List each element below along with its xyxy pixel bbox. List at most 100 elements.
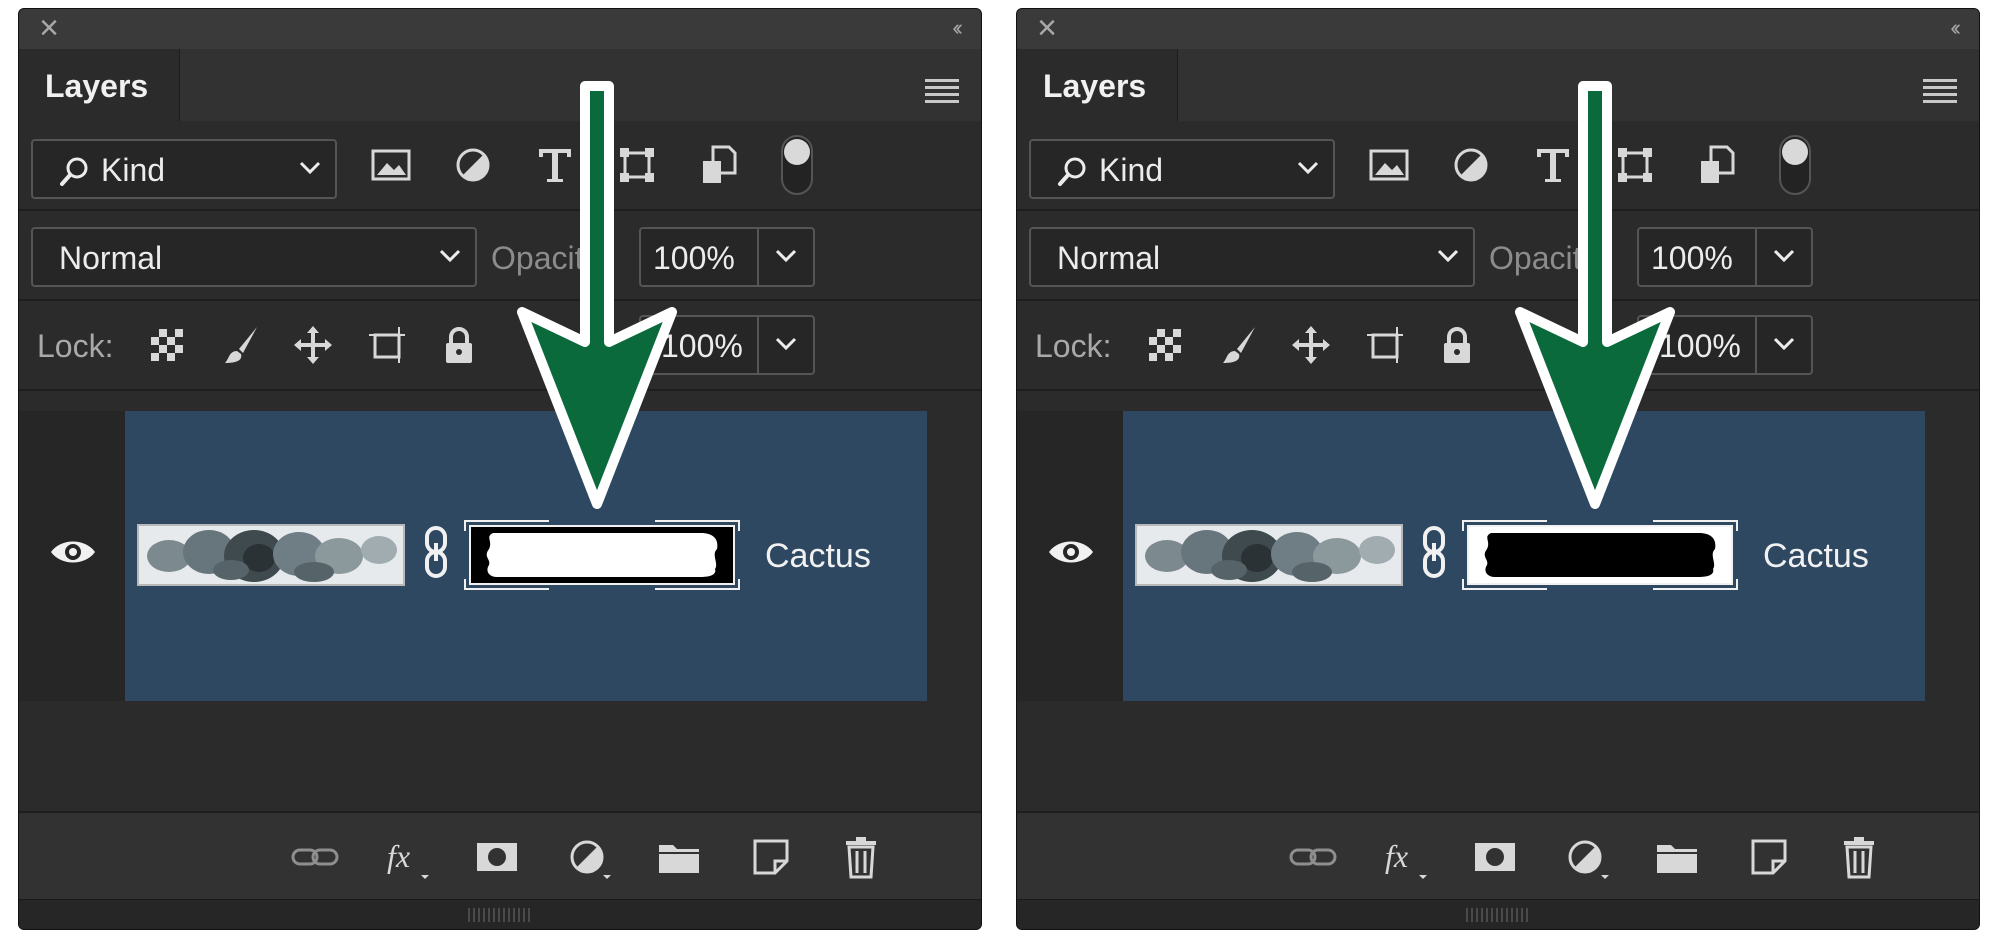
new-fill-adjustment-layer-icon[interactable] [1563, 835, 1611, 879]
add-layer-style-icon[interactable]: fx [383, 835, 431, 879]
pixel-layer-filter-icon[interactable] [369, 143, 413, 187]
lock-image-pixels-icon[interactable] [219, 323, 263, 367]
blend-mode-value: Normal [1057, 240, 1161, 276]
filter-kind-value: Kind [1099, 152, 1164, 188]
search-icon [1058, 157, 1086, 186]
smart-object-filter-icon[interactable] [697, 143, 741, 187]
add-layer-style-icon[interactable]: fx [1381, 835, 1429, 879]
link-chain-icon[interactable] [1421, 525, 1447, 579]
blend-row: Normal Opacity: 100% [19, 211, 981, 301]
tab-layers[interactable]: Layers [19, 49, 180, 121]
delete-layer-icon[interactable] [837, 835, 885, 879]
svg-text:fx: fx [387, 838, 410, 874]
chevron-down-icon [1297, 161, 1319, 175]
svg-text:fx: fx [1385, 838, 1408, 874]
lock-image-pixels-icon[interactable] [1217, 323, 1261, 367]
close-panel-button[interactable]: × [1031, 11, 1063, 45]
toggle-knob [1782, 139, 1808, 165]
lock-transparent-pixels-icon[interactable] [1143, 323, 1187, 367]
new-layer-icon[interactable] [747, 835, 795, 879]
blend-mode-dropdown[interactable]: Normal [1029, 227, 1475, 287]
close-panel-button[interactable]: × [33, 11, 65, 45]
link-layers-icon[interactable] [1289, 835, 1337, 879]
collapse-panel-icon[interactable]: ‹‹ [1950, 15, 1960, 41]
link-layers-icon[interactable] [291, 835, 339, 879]
new-fill-adjustment-layer-icon[interactable] [565, 835, 613, 879]
succulent-image [139, 526, 403, 584]
delete-layer-icon[interactable] [1835, 835, 1883, 879]
eye-icon[interactable] [1047, 537, 1095, 567]
panel-titlebar: × ‹‹ [1017, 9, 1979, 49]
layers-panel-left: × ‹‹ Layers Kind Normal Opacity: 100% Lo… [18, 8, 982, 930]
annotation-arrow-down-icon [1515, 81, 1675, 509]
panel-footer: fx [1017, 811, 1979, 901]
layers-list: Cactus [19, 391, 981, 831]
add-layer-mask-icon[interactable] [1471, 835, 1519, 879]
chevron-down-icon[interactable] [775, 249, 797, 263]
eye-icon[interactable] [49, 537, 97, 567]
visibility-column [19, 411, 125, 701]
annotation-arrow-down-icon [517, 81, 677, 509]
panel-menu-icon[interactable] [925, 79, 959, 103]
filter-toggle-switch[interactable] [781, 135, 813, 195]
divider [757, 317, 759, 373]
add-layer-mask-icon[interactable] [473, 835, 521, 879]
scrollbar-track[interactable] [1925, 411, 1979, 831]
layer-row-cactus[interactable]: Cactus [1017, 411, 1925, 701]
lock-label: Lock: [37, 328, 114, 364]
blend-mode-value: Normal [59, 240, 163, 276]
tab-strip: Layers [19, 49, 981, 121]
scrollbar-track[interactable] [927, 411, 981, 831]
chevron-down-icon [1437, 249, 1459, 263]
layers-list: Cactus [1017, 391, 1979, 831]
divider [1755, 317, 1757, 373]
adjustment-layer-filter-icon[interactable] [451, 143, 495, 187]
filter-kind-dropdown[interactable]: Kind [1029, 139, 1335, 199]
blend-mode-dropdown[interactable]: Normal [31, 227, 477, 287]
layer-mask-thumbnail[interactable] [463, 519, 741, 591]
filter-row: Kind [1017, 121, 1979, 211]
chevron-down-icon[interactable] [775, 337, 797, 351]
smart-object-filter-icon[interactable] [1695, 143, 1739, 187]
grip-lines [468, 908, 532, 922]
chevron-down-icon [299, 161, 321, 175]
new-group-icon[interactable] [1653, 835, 1701, 879]
toggle-knob [784, 139, 810, 165]
tab-layers[interactable]: Layers [1017, 49, 1178, 121]
filter-toggle-switch[interactable] [1779, 135, 1811, 195]
resize-grip[interactable] [1017, 899, 1979, 929]
succulent-image [1137, 526, 1401, 584]
filter-kind-dropdown[interactable]: Kind [31, 139, 337, 199]
lock-row: Lock: 100% [1017, 301, 1979, 391]
layer-image-thumbnail[interactable] [137, 524, 405, 586]
chevron-down-icon[interactable] [1773, 337, 1795, 351]
lock-row: Lock: 100% [19, 301, 981, 391]
chevron-down-icon[interactable] [1773, 249, 1795, 263]
panel-footer: fx [19, 811, 981, 901]
pixel-layer-filter-icon[interactable] [1367, 143, 1411, 187]
panel-titlebar: × ‹‹ [19, 9, 981, 49]
lock-position-icon[interactable] [1289, 323, 1333, 367]
lock-transparent-pixels-icon[interactable] [145, 323, 189, 367]
layer-mask-thumbnail[interactable] [1461, 519, 1739, 591]
lock-artboard-icon[interactable] [1363, 323, 1407, 367]
lock-all-icon[interactable] [1435, 323, 1479, 367]
layer-row-cactus[interactable]: Cactus [19, 411, 927, 701]
resize-grip[interactable] [19, 899, 981, 929]
layer-name: Cactus [765, 537, 871, 575]
lock-position-icon[interactable] [291, 323, 335, 367]
collapse-panel-icon[interactable]: ‹‹ [952, 15, 962, 41]
new-group-icon[interactable] [655, 835, 703, 879]
visibility-column [1017, 411, 1123, 701]
link-chain-icon[interactable] [423, 525, 449, 579]
adjustment-layer-filter-icon[interactable] [1449, 143, 1493, 187]
tab-strip: Layers [1017, 49, 1979, 121]
lock-all-icon[interactable] [437, 323, 481, 367]
filter-kind-value: Kind [101, 152, 166, 188]
grip-lines [1466, 908, 1530, 922]
lock-label: Lock: [1035, 328, 1112, 364]
new-layer-icon[interactable] [1745, 835, 1793, 879]
layer-image-thumbnail[interactable] [1135, 524, 1403, 586]
panel-menu-icon[interactable] [1923, 79, 1957, 103]
lock-artboard-icon[interactable] [365, 323, 409, 367]
